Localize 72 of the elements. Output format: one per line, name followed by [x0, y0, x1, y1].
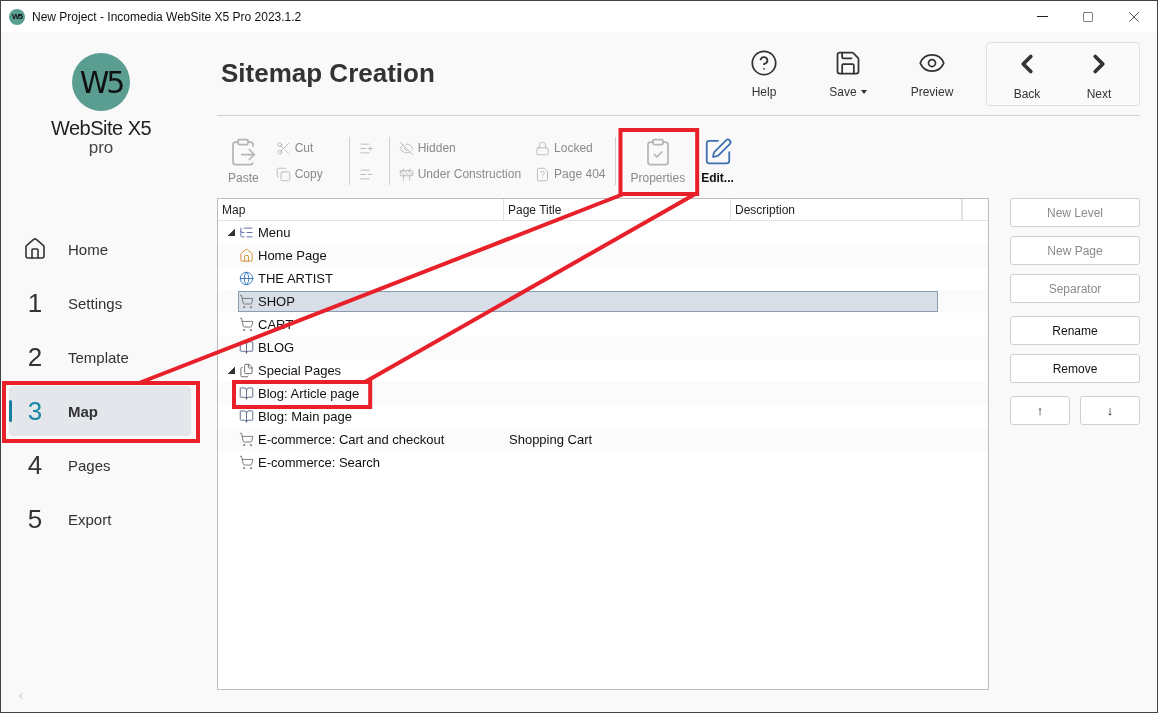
construction-icon	[398, 166, 414, 182]
cart-icon	[239, 317, 254, 332]
tree-item[interactable]: BLOG	[238, 337, 300, 358]
help-icon	[750, 48, 778, 77]
list-minus-icon	[358, 166, 374, 182]
move-button[interactable]: ↑	[1010, 396, 1070, 425]
step-number: 4	[26, 449, 44, 481]
header-button[interactable]: Help	[722, 41, 806, 106]
logo-mark: W5	[72, 53, 130, 111]
expand-toggle[interactable]	[227, 367, 235, 374]
header-button[interactable]: Preview	[890, 41, 974, 106]
logo-name: WebSite X5	[50, 117, 152, 140]
copy-icon	[275, 166, 291, 182]
table-cell-text: Shopping Cart	[508, 431, 594, 449]
cart-icon	[239, 455, 254, 470]
tree-item[interactable]: Menu	[238, 222, 296, 243]
house-icon	[239, 248, 254, 263]
maximize-icon	[1082, 10, 1094, 23]
header-button[interactable]: Save	[806, 41, 890, 106]
tree-item[interactable]: Blog: Article page	[238, 383, 365, 404]
nav-item[interactable]: 1 Settings	[9, 278, 191, 328]
column-header[interactable]: Description	[731, 199, 962, 220]
step-number: 2	[26, 341, 44, 373]
book-icon	[239, 386, 254, 401]
list-plus-icon	[358, 140, 374, 156]
tree-item[interactable]: SHOP	[238, 291, 504, 312]
book-icon	[239, 409, 254, 424]
tree-item[interactable]: Home Page	[238, 245, 332, 266]
app-icon: W5	[9, 8, 25, 25]
side-button[interactable]: Remove	[1010, 354, 1140, 383]
file-question-icon	[535, 166, 551, 182]
toolbar-button[interactable]: Edit...	[696, 133, 739, 189]
step-number: 5	[26, 503, 44, 535]
tree-item[interactable]: E-commerce: Cart and checkout	[238, 429, 450, 450]
nav-item[interactable]: 4 Pages	[9, 440, 191, 490]
column-header[interactable]: Page Title	[504, 199, 731, 220]
eye-off-icon	[398, 140, 414, 156]
nav-label: Template	[68, 348, 129, 366]
move-button[interactable]: ↓	[1080, 396, 1140, 425]
column-header[interactable]: Map	[218, 199, 504, 220]
nav-item[interactable]: Home	[9, 224, 191, 274]
cart-icon	[239, 294, 254, 309]
window-title: New Project - Incomedia WebSite X5 Pro 2023.1.2	[32, 9, 302, 24]
nav-label: Export	[68, 510, 112, 528]
side-button[interactable]: Rename	[1010, 316, 1140, 345]
nav-label: Map	[68, 402, 98, 420]
nav-label: Settings	[68, 294, 123, 312]
cart-icon	[239, 432, 254, 447]
tree-item[interactable]: Blog: Main page	[238, 406, 357, 427]
tree-item[interactable]: E-commerce: Search	[238, 452, 386, 473]
page-title: Sitemap Creation	[221, 58, 435, 89]
step-number: 1	[26, 287, 44, 319]
nav-item[interactable]: 5 Export	[9, 494, 191, 544]
logo-edition: pro	[88, 140, 114, 156]
home-icon	[23, 236, 47, 262]
files-icon	[239, 363, 254, 378]
nav-item[interactable]: 3 Map	[9, 386, 191, 436]
minimize-icon	[1036, 16, 1048, 17]
nav-label: Home	[68, 240, 108, 258]
list-tree-icon	[239, 225, 254, 240]
expand-toggle[interactable]	[227, 229, 235, 236]
nav-button[interactable]: Next	[1063, 42, 1135, 107]
globe-icon	[239, 271, 254, 286]
nav-label: Pages	[68, 456, 111, 474]
scissors-icon	[275, 140, 291, 156]
lock-icon	[535, 140, 551, 156]
tree-item[interactable]: THE ARTIST	[238, 268, 338, 289]
nav-button[interactable]: Back	[991, 42, 1063, 107]
book-icon	[239, 340, 254, 355]
step-number: 3	[26, 395, 44, 427]
tree-item[interactable]: Special Pages	[238, 360, 347, 381]
nav-item[interactable]: 2 Template	[9, 332, 191, 382]
